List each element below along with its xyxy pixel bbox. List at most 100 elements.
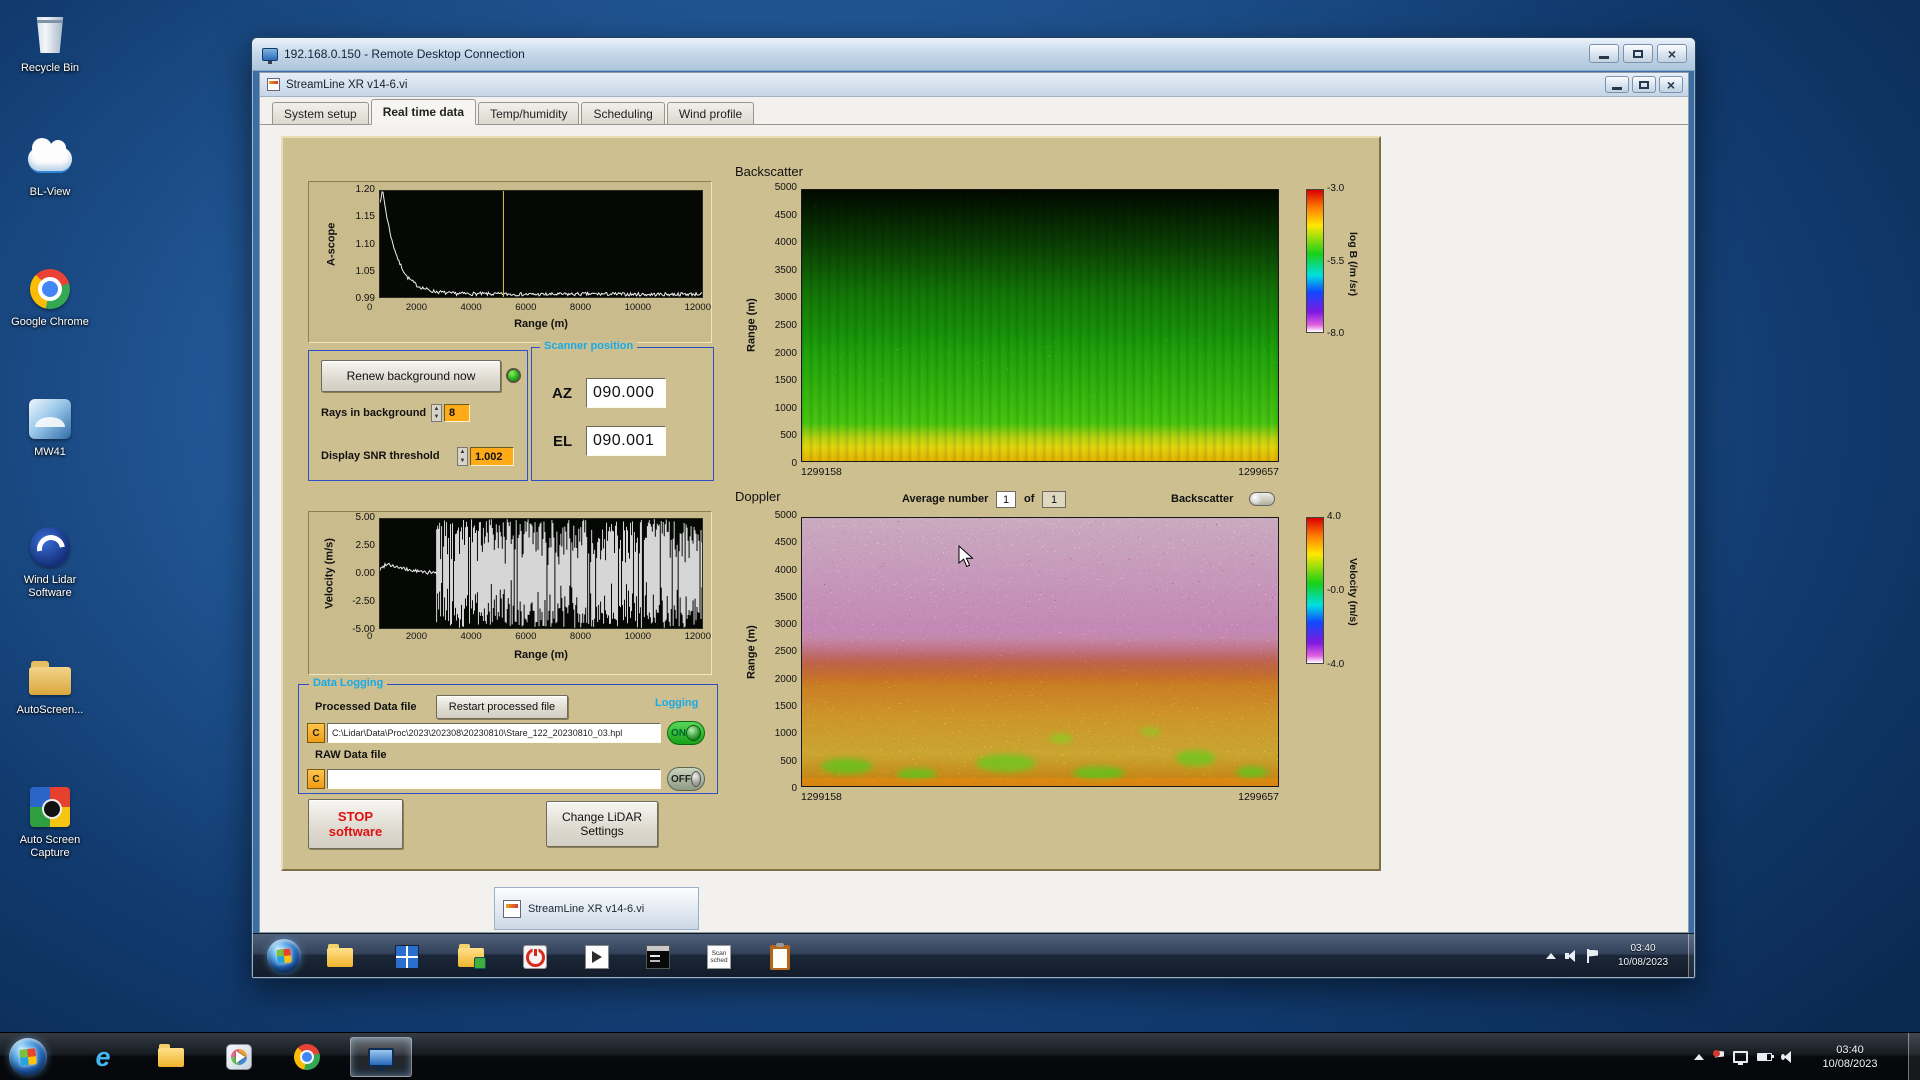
battery-icon[interactable] (1757, 1052, 1774, 1061)
close-icon: × (1667, 45, 1677, 62)
ascope-x-ticks: 0 2000 4000 6000 8000 10000 12000 (367, 302, 711, 313)
processed-logging-toggle[interactable]: ON (667, 721, 705, 745)
raw-drive-selector[interactable]: C (307, 769, 325, 789)
remote-start-button[interactable] (267, 939, 301, 973)
stop-software-button[interactable]: STOP software (308, 799, 403, 849)
spin-down-icon[interactable]: ▼ (458, 457, 467, 466)
tab-temp-humidity[interactable]: Temp/humidity (478, 102, 580, 124)
raw-logging-toggle[interactable]: OFF (667, 767, 705, 791)
desktop-icon-google-chrome[interactable]: Google Chrome (2, 266, 98, 329)
action-center-flag-icon[interactable] (1587, 948, 1598, 963)
internet-explorer-icon: e (95, 1041, 111, 1072)
renew-background-button[interactable]: Renew background now (321, 360, 501, 392)
backscatter-display-toggle[interactable] (1249, 492, 1275, 506)
desktop-icon-wind-lidar[interactable]: Wind Lidar Software (2, 524, 98, 600)
change-lidar-settings-button[interactable]: Change LiDAR Settings (546, 801, 658, 847)
az-label: AZ (552, 385, 572, 402)
remote-show-desktop-button[interactable] (1688, 934, 1694, 977)
tick-label: -3.0 (1327, 183, 1345, 194)
remote-taskbar-icon-clipboard[interactable] (765, 942, 795, 972)
processed-drive-selector[interactable]: C (307, 723, 325, 743)
desktop-icon-auto-screen-capture[interactable]: Auto Screen Capture (2, 784, 98, 860)
backscatter-colorbar-label: log B (/m /sr) (1347, 231, 1359, 297)
tray-expand-icon[interactable] (1694, 1053, 1704, 1060)
remote-taskbar-icon-explorer[interactable] (325, 942, 355, 972)
remote-taskbar: Scan sched 03:40 10/08/2023 (253, 933, 1694, 977)
desktop-icon-label: AutoScreen... (16, 704, 84, 716)
desktop-icon-label: Google Chrome (11, 316, 89, 328)
spin-down-icon[interactable]: ▼ (432, 413, 441, 421)
desktop-icon-recycle-bin[interactable]: Recycle Bin (2, 12, 98, 75)
remote-taskbar-icon-scan-scheduler[interactable]: Scan sched (704, 942, 734, 972)
vi-restore-button[interactable] (1632, 76, 1656, 93)
display-snr-threshold-label: Display SNR threshold (321, 450, 440, 462)
velocity-y-axis-label: Velocity (m/s) (323, 538, 336, 609)
rdp-titlebar[interactable]: 192.168.0.150 - Remote Desktop Connectio… (252, 38, 1695, 71)
remote-session: StreamLine XR v14-6.vi × System setup Re… (253, 71, 1694, 977)
action-center-flag-icon[interactable] (1713, 1049, 1724, 1064)
el-value-field[interactable]: 090.001 (586, 426, 666, 456)
vi-titlebar[interactable]: StreamLine XR v14-6.vi × (260, 73, 1688, 97)
front-panel: A-scope 1.20 1.15 1.10 1.05 0.99 0 2000 4000 60… (260, 125, 1688, 932)
host-taskbar-icon-chrome[interactable] (292, 1042, 322, 1072)
tick-label: 8000 (569, 302, 592, 313)
processed-path-field[interactable]: C:\Lidar\Data\Proc\2023\202308\20230810\… (327, 723, 661, 743)
tick-label: 500 (780, 755, 797, 767)
rdp-taskbar-button[interactable] (350, 1037, 412, 1077)
tick-label: 12000 (684, 631, 711, 642)
volume-icon[interactable] (1565, 949, 1578, 962)
remote-taskbar-icon-window[interactable] (392, 942, 422, 972)
desktop-icon-mw41[interactable]: MW41 (2, 396, 98, 459)
start-button[interactable] (9, 1038, 47, 1076)
raw-path-field[interactable] (327, 769, 661, 789)
display-snr-threshold-value[interactable]: 1.002 (470, 447, 514, 466)
vi-minimize-button[interactable] (1605, 76, 1629, 93)
az-value-field[interactable]: 090.000 (586, 378, 666, 408)
remote-taskbar-icon-power-app[interactable] (520, 942, 550, 972)
tick-label: 1.15 (355, 211, 375, 223)
chrome-icon (2, 266, 98, 312)
desktop-icon-bl-view[interactable]: BL-View (2, 136, 98, 199)
tab-system-setup[interactable]: System setup (272, 102, 369, 124)
spin-up-icon[interactable]: ▲ (458, 448, 467, 457)
average-number-field[interactable]: 1 (996, 491, 1016, 508)
remote-clock[interactable]: 03:40 10/08/2023 (1608, 934, 1678, 977)
desktop: Recycle Bin BL-View Google Chrome MW41 W… (0, 0, 1920, 1080)
rdp-maximize-button[interactable] (1623, 44, 1653, 63)
spin-up-icon[interactable]: ▲ (432, 405, 441, 413)
restart-processed-file-button[interactable]: Restart processed file (436, 695, 568, 719)
snr-spinner[interactable]: ▲ ▼ (457, 447, 468, 466)
remote-taskbar-icon-folder-sync[interactable] (456, 942, 486, 972)
host-taskbar-icon-media-player[interactable] (224, 1042, 254, 1072)
minimize-icon (1599, 55, 1609, 59)
el-label: EL (553, 433, 573, 450)
toggle-knob (691, 771, 701, 787)
ascope-plot-area (379, 190, 703, 298)
remote-taskbar-icon-terminal[interactable] (643, 942, 673, 972)
tick-label: 4000 (774, 564, 797, 576)
tray-expand-icon[interactable] (1546, 952, 1556, 959)
tab-wind-profile[interactable]: Wind profile (666, 102, 755, 124)
host-taskbar-icon-explorer[interactable] (156, 1042, 186, 1072)
of-label: of (1024, 493, 1035, 505)
remote-taskbar-app-button[interactable]: StreamLine XR v14-6.vi (494, 887, 699, 930)
rays-in-background-value[interactable]: 8 (444, 404, 470, 422)
network-icon[interactable] (1733, 1050, 1748, 1065)
desktop-icon-label: BL-View (29, 186, 71, 198)
vi-close-button[interactable]: × (1659, 76, 1683, 93)
remote-taskbar-icon-labview[interactable] (582, 942, 612, 972)
show-desktop-button[interactable] (1908, 1033, 1920, 1080)
desktop-icon-autoscreen[interactable]: AutoScreen... (2, 654, 98, 717)
rdp-minimize-button[interactable] (1589, 44, 1619, 63)
volume-muted-icon[interactable] (1781, 1050, 1794, 1063)
backscatter-heatmap (802, 190, 1278, 461)
background-group: Renew background now Rays in background … (308, 350, 528, 481)
rays-spinner[interactable]: ▲ ▼ (431, 404, 442, 422)
host-taskbar-icon-internet-explorer[interactable]: e (88, 1042, 118, 1072)
tab-real-time-data[interactable]: Real time data (370, 99, 477, 125)
host-clock[interactable]: 03:40 10/08/2023 (1806, 1033, 1894, 1080)
rdp-close-button[interactable]: × (1657, 44, 1687, 63)
tick-label: 3500 (774, 591, 797, 603)
tab-scheduling[interactable]: Scheduling (581, 102, 665, 124)
velocity-line-chart (380, 519, 702, 628)
